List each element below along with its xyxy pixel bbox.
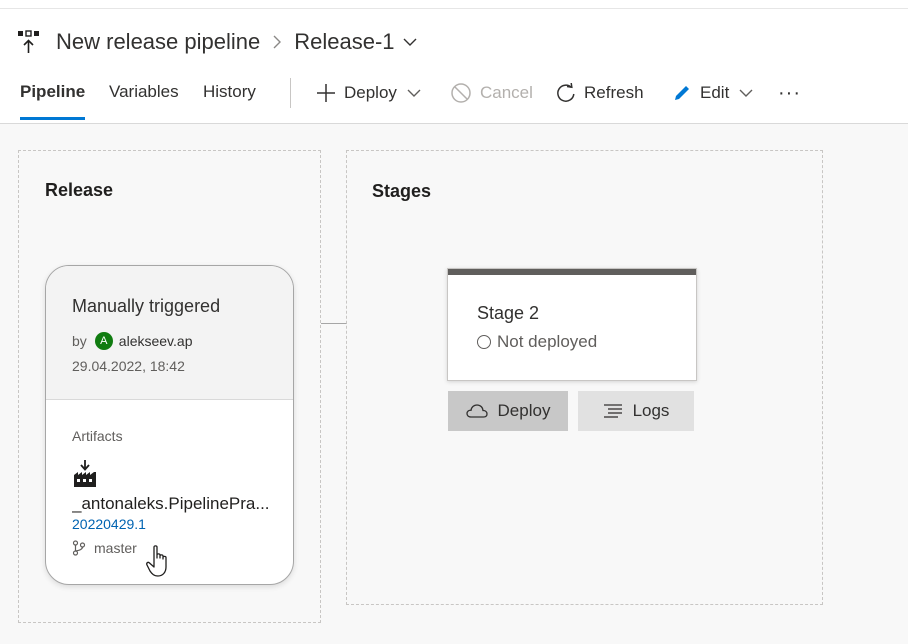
not-deployed-icon <box>477 335 491 349</box>
tab-variables[interactable]: Variables <box>109 82 179 102</box>
chevron-down-icon <box>407 89 421 97</box>
stages-panel-title: Stages <box>372 181 432 201</box>
pipeline-name-link[interactable]: New release pipeline <box>56 29 260 55</box>
release-name[interactable]: Release-1 <box>294 29 394 55</box>
artifact-branch: master <box>72 540 137 556</box>
cloud-icon <box>465 404 488 418</box>
stage-deploy-label: Deploy <box>497 401 551 420</box>
cancel-button[interactable]: Cancel <box>450 80 533 106</box>
breadcrumb: New release pipeline Release-1 <box>18 26 417 58</box>
stage-logs-button[interactable]: Logs <box>578 391 694 431</box>
cancel-icon <box>451 83 471 103</box>
more-icon: ··· <box>778 81 801 104</box>
user-name[interactable]: alekseev.ap <box>119 333 193 349</box>
release-panel-title: Release <box>45 180 114 200</box>
more-actions-button[interactable]: ··· <box>778 80 801 106</box>
deploy-button-label: Deploy <box>344 83 397 102</box>
release-stage-connector <box>321 323 347 324</box>
triggered-by: by A alekseev.ap <box>72 332 192 350</box>
by-label: by <box>72 333 87 349</box>
refresh-icon <box>557 83 575 102</box>
build-artifact-icon <box>74 460 96 487</box>
active-tab-indicator <box>20 117 85 120</box>
trigger-text: Manually triggered <box>72 296 221 316</box>
logs-icon <box>603 404 622 418</box>
tab-pipeline[interactable]: Pipeline <box>20 82 85 102</box>
stage-status-label: Not deployed <box>497 332 598 351</box>
artifacts-label: Artifacts <box>72 428 123 444</box>
release-date: 29.04.2022, 18:42 <box>72 358 185 374</box>
pencil-icon <box>675 86 689 100</box>
branch-icon <box>72 540 86 556</box>
chevron-right-icon <box>273 35 282 49</box>
stage-deploy-button[interactable]: Deploy <box>448 391 568 431</box>
edit-button[interactable]: Edit <box>672 80 761 106</box>
chevron-down-icon[interactable] <box>403 35 417 49</box>
hand-cursor-icon <box>146 545 167 577</box>
stage-status: Not deployed <box>477 332 597 352</box>
stage-name[interactable]: Stage 2 <box>477 303 539 324</box>
chevron-down-icon <box>739 89 753 97</box>
stage-card[interactable]: Stage 2 Not deployed <box>447 268 697 381</box>
edit-button-label: Edit <box>700 83 730 102</box>
deploy-button[interactable]: Deploy <box>316 80 429 106</box>
tab-history[interactable]: History <box>203 82 256 102</box>
artifact-name[interactable]: _antonaleks.PipelinePra... <box>72 494 282 514</box>
release-pipeline-icon <box>18 30 39 53</box>
branch-name: master <box>94 540 137 556</box>
avatar: A <box>94 332 113 350</box>
stage-logs-label: Logs <box>632 401 670 420</box>
stage-status-bar <box>448 269 696 275</box>
release-card[interactable]: Manually triggered by A alekseev.ap 29.0… <box>45 265 294 585</box>
plus-icon <box>317 84 335 102</box>
refresh-button[interactable]: Refresh <box>556 80 644 106</box>
cancel-button-label: Cancel <box>480 83 533 102</box>
artifact-version-link[interactable]: 20220429.1 <box>72 516 146 532</box>
refresh-button-label: Refresh <box>584 83 644 102</box>
toolbar-divider <box>290 78 291 108</box>
header-divider <box>0 8 908 9</box>
toolbar: Pipeline Variables History Deploy Cancel… <box>0 74 908 120</box>
